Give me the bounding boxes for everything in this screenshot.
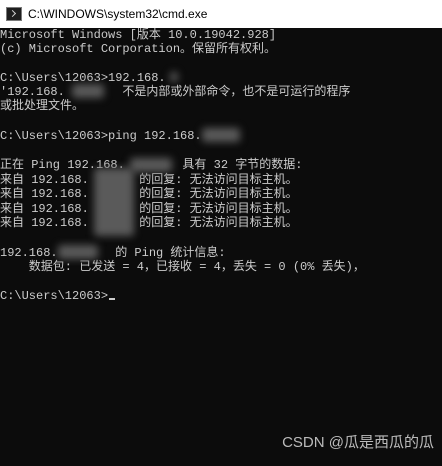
console-line: '192.168. 不是内部或外部命令，也不是可运行的程序 <box>0 85 351 99</box>
console-line: (c) Microsoft Corporation。保留所有权利。 <box>0 42 277 56</box>
console-line: C:\Users\12063>ping 192.168. <box>0 129 202 143</box>
watermark-text: CSDN @瓜是西瓜的瓜 <box>282 434 434 451</box>
console-line: 或批处理文件。 <box>0 99 85 113</box>
text-cursor <box>109 298 116 300</box>
console-line: C:\Users\12063>192.168. <box>0 71 166 85</box>
redaction-blur <box>94 168 134 236</box>
redaction-blur <box>170 72 178 82</box>
redaction-blur <box>202 128 240 142</box>
console-line: 来自 192.168. 的回复: 无法访问目标主机。 <box>0 202 298 216</box>
cmd-window: C:\WINDOWS\system32\cmd.exe Microsoft Wi… <box>0 0 442 466</box>
console-line: 192.168. 的 Ping 统计信息: <box>0 246 226 260</box>
console-line: Microsoft Windows [版本 10.0.19042.928] <box>0 28 277 42</box>
title-bar[interactable]: C:\WINDOWS\system32\cmd.exe <box>0 0 442 28</box>
redaction-blur <box>72 84 104 98</box>
console-line: 来自 192.168. 的回复: 无法访问目标主机。 <box>0 187 298 201</box>
console-line: 来自 192.168. 的回复: 无法访问目标主机。 <box>0 173 298 187</box>
console-line: 数据包: 已发送 = 4，已接收 = 4，丢失 = 0 (0% 丢失)， <box>0 260 365 274</box>
redaction-blur <box>58 245 98 259</box>
prompt-text: C:\Users\12063> <box>0 289 109 303</box>
prompt-line[interactable]: C:\Users\12063> <box>0 289 116 303</box>
cmd-icon <box>6 7 22 21</box>
console-line: 来自 192.168. 的回复: 无法访问目标主机。 <box>0 216 298 230</box>
console-output[interactable]: Microsoft Windows [版本 10.0.19042.928] (c… <box>0 28 442 466</box>
redaction-blur <box>130 158 172 172</box>
window-title: C:\WINDOWS\system32\cmd.exe <box>28 7 208 21</box>
